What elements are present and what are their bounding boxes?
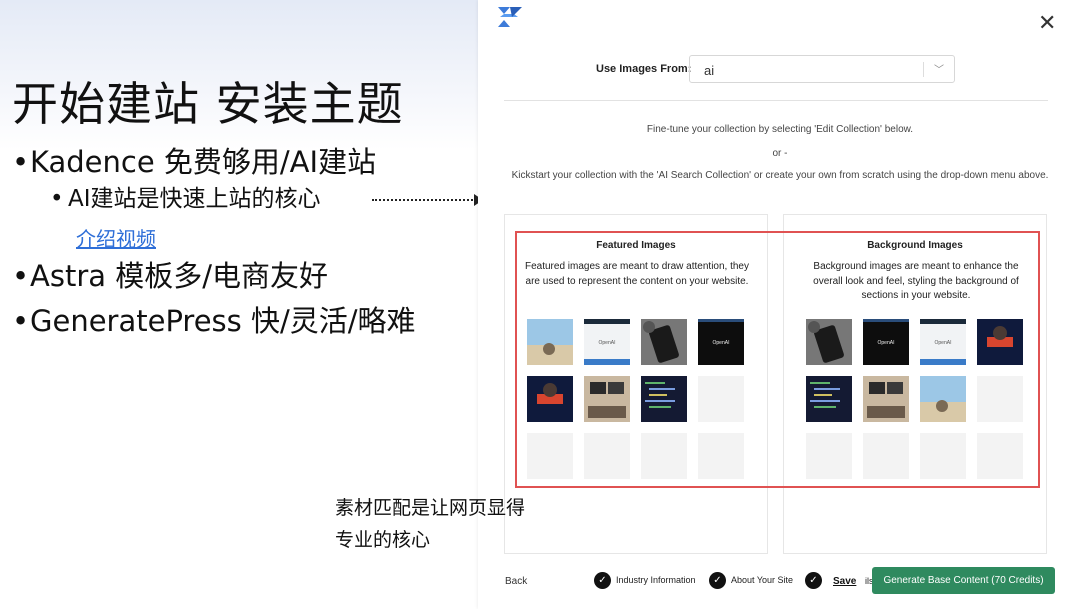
caption-line-2: 专业的核心 [335, 529, 431, 551]
image-tile-desk[interactable] [584, 376, 630, 422]
image-tile-openai-dark[interactable]: OpenAI [698, 319, 744, 365]
step-third[interactable]: ✓ [805, 572, 827, 589]
bullet-astra: •Astra 模板多/电商友好 [12, 258, 328, 294]
info-fine-tune: Fine-tune your collection by selecting '… [646, 124, 914, 135]
tile-openai-text: OpenAI [878, 340, 895, 346]
divider [504, 100, 1048, 101]
check-icon: ✓ [709, 572, 726, 589]
info-or: or - [772, 148, 788, 159]
bullet-text: GeneratePress 快/灵活/略难 [30, 304, 416, 338]
image-tile-sky[interactable] [527, 319, 573, 365]
phone-photo [641, 319, 687, 365]
image-placeholder [806, 433, 852, 479]
openai-light-photo: OpenAI [584, 319, 630, 365]
bullet-dot: • [12, 259, 30, 293]
image-placeholder [527, 433, 573, 479]
bullet-generatepress: •GeneratePress 快/灵活/略难 [12, 303, 416, 339]
bullet-text: Astra 模板多/电商友好 [30, 259, 329, 293]
bullet-kadence: •Kadence 免费够用/AI建站 [12, 144, 376, 180]
image-tile-phone[interactable] [806, 319, 852, 365]
image-placeholder [920, 433, 966, 479]
vr-photo [977, 319, 1023, 365]
background-images-panel: Background Images Background images are … [783, 214, 1047, 554]
close-icon[interactable]: ✕ [1038, 10, 1056, 36]
image-tile-code[interactable] [806, 376, 852, 422]
image-placeholder [977, 433, 1023, 479]
openai-dark-photo: OpenAI [698, 319, 744, 365]
image-tile-sky[interactable] [920, 376, 966, 422]
image-tile-openai-light[interactable]: OpenAI [920, 319, 966, 365]
kadence-logo-icon [498, 7, 522, 27]
image-placeholder [863, 433, 909, 479]
step-label: Industry Information [616, 574, 696, 585]
sky-photo [527, 319, 573, 365]
step-industry-information[interactable]: ✓ Industry Information [594, 572, 696, 589]
sky-photo [920, 376, 966, 422]
intro-video-link[interactable]: 介绍视频 [76, 223, 156, 252]
kadence-ai-modal: ✕ Use Images From: ai ﹀ Fine-tune your c… [478, 0, 1080, 609]
image-tile-vr[interactable] [977, 319, 1023, 365]
step-about-your-site[interactable]: ✓ About Your Site [709, 572, 793, 589]
image-placeholder [698, 433, 744, 479]
code-photo [806, 376, 852, 422]
bullet-dot: • [12, 145, 30, 179]
image-tile-code[interactable] [641, 376, 687, 422]
desk-photo [584, 376, 630, 422]
featured-images-title: Featured Images [596, 240, 676, 251]
vr-photo [527, 376, 573, 422]
slide-title: 开始建站 安装主题 [12, 77, 404, 131]
bullet-text: AI建站是快速上站的核心 [68, 186, 321, 212]
code-photo [641, 376, 687, 422]
featured-images-desc: Featured images are meant to draw attent… [524, 261, 749, 287]
phone-photo [806, 319, 852, 365]
tile-openai-text: OpenAI [713, 340, 730, 346]
chevron-down-icon[interactable]: ﹀ [934, 61, 944, 76]
image-placeholder [977, 376, 1023, 422]
use-images-label: Use Images From: [596, 63, 692, 75]
desk-photo [863, 376, 909, 422]
info-kickstart: Kickstart your collection with the 'AI S… [511, 170, 1049, 181]
check-icon: ✓ [805, 572, 822, 589]
check-icon: ✓ [594, 572, 611, 589]
image-tile-openai-dark[interactable]: OpenAI [863, 319, 909, 365]
caption-line-1: 素材匹配是让网页显得 [335, 497, 526, 519]
step-label: About Your Site [731, 574, 794, 585]
openai-light-photo: OpenAI [920, 319, 966, 365]
image-tile-phone[interactable] [641, 319, 687, 365]
generate-base-content-button[interactable]: Generate Base Content (70 Credits) [872, 567, 1055, 594]
bullet-ai: • AI建站是快速上站的核心 [50, 184, 321, 214]
image-placeholder [641, 433, 687, 479]
dotted-arrow [372, 199, 476, 201]
image-placeholder [584, 433, 630, 479]
select-divider [923, 62, 924, 77]
tile-openai-text: OpenAI [599, 340, 616, 346]
back-button[interactable]: Back [505, 576, 527, 587]
openai-dark-photo: OpenAI [863, 319, 909, 365]
bullet-dot: • [12, 304, 30, 338]
use-images-value: ai [704, 63, 715, 78]
bullet-dot: • [50, 186, 64, 212]
bullet-text: Kadence 免费够用/AI建站 [30, 145, 377, 179]
use-images-select[interactable]: ai ﹀ [689, 55, 955, 83]
image-tile-openai-light[interactable]: OpenAI [584, 319, 630, 365]
background-images-desc: Background images are meant to enhance t… [813, 261, 1019, 301]
image-tile-vr[interactable] [527, 376, 573, 422]
image-tile-desk[interactable] [863, 376, 909, 422]
featured-images-panel: Featured Images Featured images are mean… [504, 214, 768, 554]
tile-openai-text: OpenAI [935, 340, 952, 346]
image-placeholder [698, 376, 744, 422]
save-button[interactable]: Save [833, 576, 856, 587]
background-images-title: Background Images [867, 240, 963, 251]
